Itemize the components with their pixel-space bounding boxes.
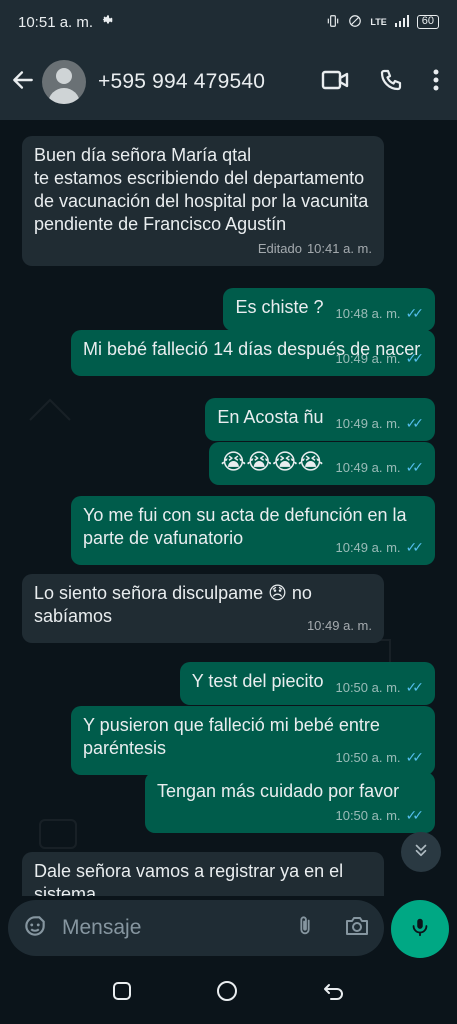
status-bar: 10:51 a. m. LTE 60 <box>0 0 457 44</box>
back-nav-icon[interactable] <box>323 981 345 1006</box>
network-label: LTE <box>370 17 387 27</box>
voice-record-button[interactable] <box>391 900 449 958</box>
double-check-icon: ✓✓ <box>405 807 425 823</box>
outgoing-message[interactable]: En Acosta ñu 10:49 a. m. ✓✓ <box>205 398 435 441</box>
arrow-left-icon[interactable] <box>10 67 36 98</box>
message-text: Dale señora vamos a registrar ya en el s… <box>34 861 344 896</box>
message-meta: 10:49 a. m. ✓✓ <box>335 412 425 435</box>
message-meta: 10:50 a. m. ✓✓ <box>335 676 425 699</box>
message-time: 10:49 a. m. <box>335 460 401 475</box>
more-vert-icon[interactable] <box>433 69 439 96</box>
message-time: 10:49 a. m. <box>335 351 401 366</box>
phone-icon[interactable] <box>379 68 403 97</box>
contact-name[interactable]: +595 994 479540 <box>98 70 265 94</box>
message-time: 10:50 a. m. <box>335 680 401 695</box>
camera-icon[interactable] <box>344 914 370 943</box>
message-time: 10:50 a. m. <box>335 808 401 823</box>
message-meta: 10:50 a. m. ✓✓ <box>157 804 425 827</box>
home-icon[interactable] <box>216 980 238 1007</box>
double-chevron-down-icon <box>412 841 430 864</box>
status-icons: LTE 60 <box>326 14 439 31</box>
signal-icon <box>394 14 409 30</box>
message-time: 10:41 a. m. <box>306 241 372 256</box>
gear-icon <box>101 13 115 31</box>
double-check-icon: ✓✓ <box>405 539 425 555</box>
microphone-icon <box>409 914 431 945</box>
message-text: Tengan más cuidado por favor <box>157 781 400 801</box>
message-placeholder: Mensaje <box>62 916 142 939</box>
double-check-icon: ✓✓ <box>405 749 425 765</box>
message-text: Buen día señora María qtal te estamos es… <box>34 145 369 234</box>
double-check-icon: ✓✓ <box>405 305 425 321</box>
incoming-message[interactable]: Dale señora vamos a registrar ya en el s… <box>22 852 384 896</box>
chat-header: +595 994 479540 <box>0 44 457 120</box>
message-text: Es chiste ? <box>235 297 324 317</box>
paperclip-icon[interactable] <box>294 913 316 944</box>
message-text: Y test del piecito <box>191 671 324 691</box>
outgoing-message[interactable]: Tengan más cuidado por favor 10:50 a. m.… <box>145 772 435 833</box>
battery-indicator: 60 <box>416 15 439 29</box>
message-time: 10:49 a. m. <box>306 618 372 633</box>
message-text: 😭😭😭😭 <box>220 449 324 474</box>
video-camera-icon[interactable] <box>321 69 349 96</box>
outgoing-message[interactable]: Mi bebé falleció 14 días después de nace… <box>71 330 435 376</box>
double-check-icon: ✓✓ <box>405 459 425 475</box>
outgoing-message[interactable]: Es chiste ? 10:48 a. m. ✓✓ <box>223 288 435 331</box>
message-time: 10:50 a. m. <box>335 750 401 765</box>
incoming-message[interactable]: Lo siento señora disculpame 😞 no sabíamo… <box>22 574 384 643</box>
header-actions <box>321 68 439 97</box>
outgoing-message[interactable]: Yo me fui con su acta de defunción en la… <box>71 496 435 565</box>
double-check-icon: ✓✓ <box>405 415 425 431</box>
message-text: En Acosta ñu <box>217 407 324 427</box>
scroll-to-bottom-button[interactable] <box>401 832 441 872</box>
outgoing-message[interactable]: Y test del piecito 10:50 a. m. ✓✓ <box>179 662 435 705</box>
vibrate-icon <box>326 14 340 31</box>
message-input[interactable]: Mensaje <box>8 900 384 956</box>
status-time: 10:51 a. m. <box>18 13 94 31</box>
message-list[interactable]: Buen día señora María qtal te estamos es… <box>0 120 457 896</box>
double-check-icon: ✓✓ <box>405 679 425 695</box>
message-time: 10:49 a. m. <box>335 416 401 431</box>
composer-tools <box>294 913 370 944</box>
outgoing-message[interactable]: Y pusieron que falleció mi bebé entre pa… <box>71 706 435 775</box>
incoming-message[interactable]: Buen día señora María qtal te estamos es… <box>22 136 384 266</box>
composer-bar: Mensaje <box>0 896 457 962</box>
sticker-icon[interactable] <box>22 913 48 944</box>
double-check-icon: ✓✓ <box>405 350 425 366</box>
message-time: 10:49 a. m. <box>335 540 401 555</box>
message-meta: 10:49 a. m. ✓✓ <box>335 456 425 479</box>
message-meta: Editado 10:41 a. m. <box>34 237 372 260</box>
do-not-disturb-icon <box>348 14 362 31</box>
system-nav-bar <box>0 962 457 1024</box>
edited-label: Editado <box>257 241 302 256</box>
avatar[interactable] <box>42 60 86 104</box>
outgoing-message[interactable]: 😭😭😭😭 10:49 a. m. ✓✓ <box>208 442 435 485</box>
message-time: 10:48 a. m. <box>335 306 401 321</box>
message-meta: 10:48 a. m. ✓✓ <box>335 302 425 325</box>
recent-apps-icon[interactable] <box>112 981 132 1006</box>
